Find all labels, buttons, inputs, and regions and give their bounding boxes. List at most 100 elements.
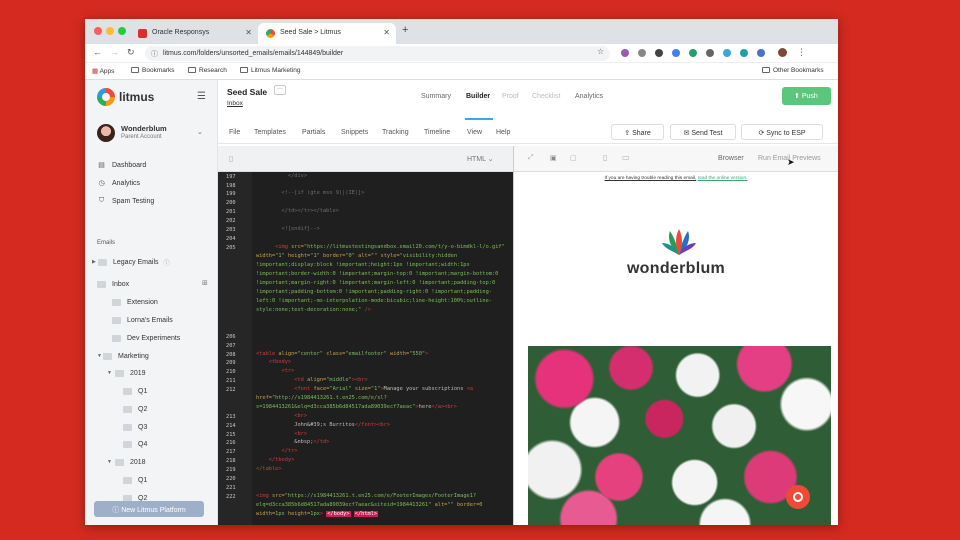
help-icon[interactable]: ⓘ — [164, 258, 170, 267]
bookmark-star-icon[interactable]: ☆ — [597, 47, 604, 56]
shield-icon: ⛉ — [98, 197, 105, 204]
url-field[interactable]: ⓘ litmus.com/folders/unsorted_emails/ema… — [145, 46, 610, 61]
menu-templates[interactable]: Templates — [254, 129, 286, 136]
sidebar-item-analytics[interactable]: ◷ Analytics — [97, 177, 140, 189]
menu-tracking[interactable]: Tracking — [382, 129, 409, 136]
extension-leaf-icon[interactable] — [689, 49, 697, 57]
browser-preview-tab[interactable]: Browser — [718, 155, 744, 162]
tab-oracle-responsys[interactable]: Oracle Responsys ✕ — [130, 23, 258, 44]
caret-down-icon: ▼ — [97, 353, 102, 359]
browser-window: Oracle Responsys ✕ Seed Sale > Litmus ✕ … — [85, 19, 838, 525]
folder-icon — [123, 476, 132, 484]
menu-timeline[interactable]: Timeline — [424, 129, 450, 136]
sidebar-item-dev-experiments[interactable]: Dev Experiments — [112, 332, 180, 344]
desktop-view-icon[interactable]: ▭ — [622, 153, 630, 162]
profile-avatar-icon[interactable] — [778, 48, 787, 57]
new-litmus-platform-button[interactable]: ⓘ New Litmus Platform — [94, 501, 204, 517]
tab-checklist[interactable]: Checklist — [532, 93, 560, 100]
extension-keyboard-icon[interactable] — [740, 49, 748, 57]
folder-icon — [97, 280, 106, 288]
editor-header: ▯ HTML ⌄ — [218, 146, 513, 172]
extension-alert-icon[interactable] — [723, 49, 731, 57]
sidebar-item-2019-q4[interactable]: Q4 — [123, 438, 147, 450]
push-icon: ⬆ — [794, 93, 802, 100]
collapse-sidebar-icon[interactable]: ☰ — [197, 91, 206, 102]
mouse-cursor-icon: ➤ — [787, 157, 795, 167]
tab-proof[interactable]: Proof — [502, 93, 519, 100]
blocks-icon[interactable]: ▢ — [570, 154, 577, 162]
extension-video-icon[interactable] — [757, 49, 765, 57]
litmus-logo[interactable]: litmus — [97, 88, 154, 106]
menu-file[interactable]: File — [229, 129, 240, 136]
close-tab-icon[interactable]: ✕ — [383, 28, 390, 37]
sidebar-item-2018-q1[interactable]: Q1 — [123, 474, 147, 486]
online-version-link[interactable]: read the online version. — [698, 176, 748, 181]
sidebar-item-2018[interactable]: ▼ 2018 — [107, 456, 146, 468]
extension-stop-icon[interactable] — [706, 49, 714, 57]
code-line: <tbody> — [268, 359, 292, 365]
tab-summary[interactable]: Summary — [421, 93, 451, 100]
folder-icon — [115, 369, 124, 377]
folder-link[interactable]: Inbox — [227, 100, 243, 107]
sidebar-item-2019-q2[interactable]: Q2 — [123, 403, 147, 415]
extension-circle-icon[interactable] — [672, 49, 680, 57]
bookmark-research[interactable]: Research — [188, 67, 227, 74]
share-button[interactable]: ⇪ Share — [611, 124, 664, 140]
sidebar-item-2019-q1[interactable]: Q1 — [123, 385, 147, 397]
close-window-icon[interactable] — [94, 27, 102, 35]
folder-icon — [123, 405, 132, 413]
chevron-down-icon: ⌄ — [197, 129, 203, 136]
tab-builder[interactable]: Builder — [466, 93, 490, 100]
tab-seed-sale[interactable]: Seed Sale > Litmus ✕ — [258, 23, 396, 44]
browser-menu-icon[interactable]: ⋮ — [797, 47, 806, 58]
tab-analytics[interactable]: Analytics — [575, 93, 603, 100]
push-button[interactable]: ⬆ Push — [782, 87, 831, 105]
menu-partials[interactable]: Partials — [302, 129, 325, 136]
back-icon[interactable]: ← — [93, 47, 102, 57]
extension-pen-icon[interactable] — [621, 49, 629, 57]
file-icon[interactable]: ▯ — [229, 154, 233, 163]
add-folder-icon[interactable]: ⊞ — [202, 279, 208, 287]
sidebar-item-spam-testing[interactable]: ⛉ Spam Testing — [97, 195, 154, 207]
sync-to-esp-button[interactable]: ⟳ Sync to ESP — [741, 124, 823, 140]
reload-icon[interactable]: ↻ — [127, 47, 135, 58]
menu-view[interactable]: View — [467, 129, 482, 136]
sidebar-item-legacy-emails[interactable]: ▶ Legacy Emails ⓘ — [92, 256, 170, 268]
bookmark-other[interactable]: Other Bookmarks — [762, 67, 824, 74]
folder-icon — [762, 67, 770, 73]
menu-snippets[interactable]: Snippets — [341, 129, 368, 136]
bookmark-litmus-marketing[interactable]: Litmus Marketing — [240, 67, 301, 74]
code-editor[interactable]: 197 198 199 200 201 202 203 204 205 206 … — [218, 172, 513, 525]
language-select[interactable]: HTML ⌄ — [467, 155, 494, 163]
sidebar-item-marketing[interactable]: ▼ Marketing — [97, 350, 149, 362]
new-tab-icon[interactable]: + — [402, 24, 408, 36]
mobile-view-icon[interactable]: ▯ — [603, 153, 607, 162]
menu-help[interactable]: Help — [496, 129, 510, 136]
folder-icon — [112, 298, 121, 306]
caret-down-icon: ▼ — [107, 459, 112, 465]
minimize-window-icon[interactable] — [106, 27, 114, 35]
maximize-window-icon[interactable] — [118, 27, 126, 35]
extension-camera-icon[interactable] — [638, 49, 646, 57]
bookmark-apps[interactable]: ▦ Apps — [92, 67, 114, 75]
sidebar-item-dashboard[interactable]: ▤ Dashboard — [97, 159, 146, 171]
sidebar-item-extension[interactable]: Extension — [112, 296, 158, 308]
sidebar-item-2019[interactable]: ▼ 2019 — [107, 367, 146, 379]
more-options-button[interactable]: ··· — [274, 85, 286, 95]
expand-icon[interactable]: ⤢ — [528, 154, 534, 162]
extension-bolt-icon[interactable] — [655, 49, 663, 57]
sidebar-item-inbox[interactable]: Inbox — [97, 278, 129, 290]
folder-icon — [123, 387, 132, 395]
code-line: <!--[if (gte mso 9)|(IE)]> — [256, 190, 365, 196]
forward-icon[interactable]: → — [110, 47, 119, 57]
account-switcher[interactable]: Wonderblum Parent Account ⌄ — [97, 124, 207, 146]
folder-icon — [123, 423, 132, 431]
chat-support-icon[interactable] — [786, 485, 810, 509]
send-test-button[interactable]: ✉ Send Test — [670, 124, 736, 140]
image-icon[interactable]: ▣ — [550, 154, 557, 162]
bookmark-bookmarks[interactable]: Bookmarks — [131, 67, 175, 74]
sidebar-item-lornas-emails[interactable]: Lorna's Emails — [112, 314, 173, 326]
sidebar-item-2019-q3[interactable]: Q3 — [123, 421, 147, 433]
close-tab-icon[interactable]: ✕ — [245, 28, 252, 37]
code-line: <font face="Arial" size="1">Manage your … — [256, 386, 473, 410]
